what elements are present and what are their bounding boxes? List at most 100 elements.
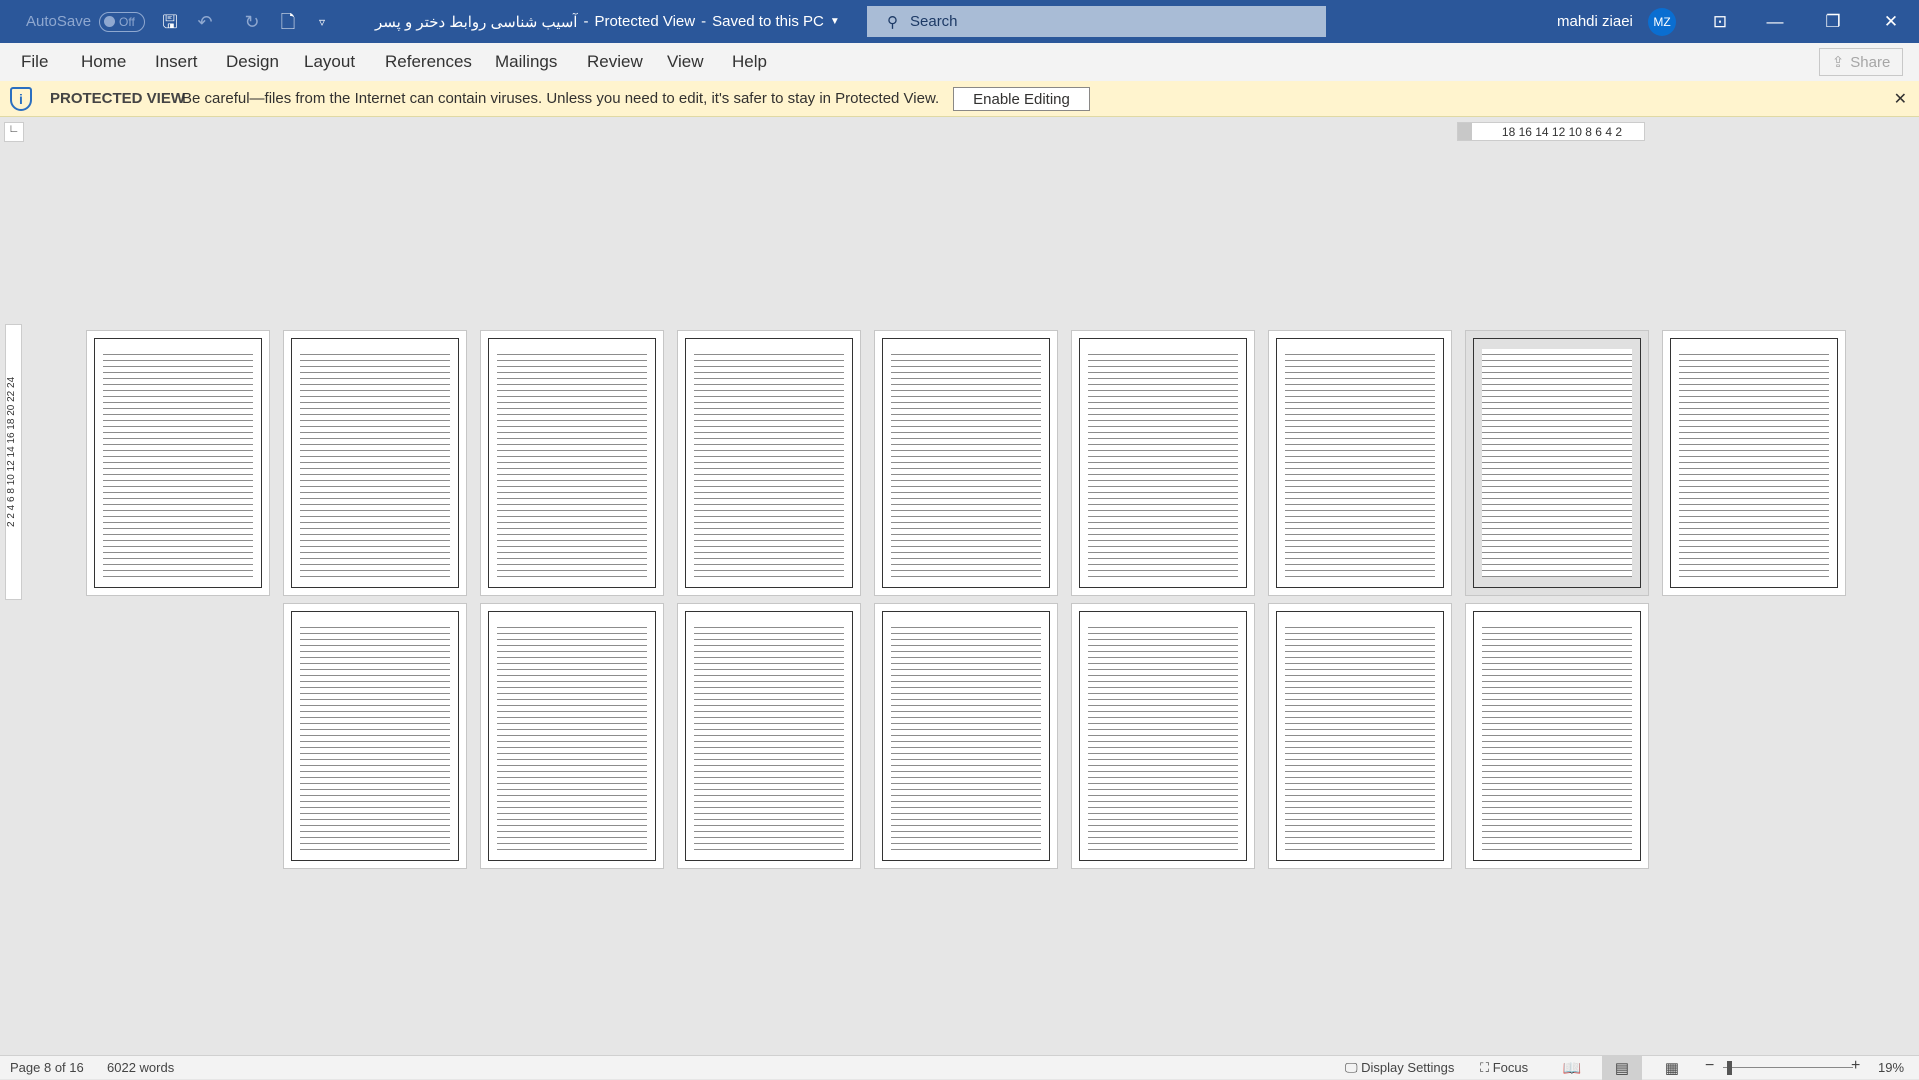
zoom-slider[interactable]: [1723, 1067, 1853, 1068]
protected-view-title: PROTECTED VIEW: [50, 90, 186, 107]
share-label: Share: [1850, 53, 1891, 71]
save-status: Saved to this PC: [712, 13, 824, 30]
page-thumbnail[interactable]: [1071, 603, 1255, 869]
page-text: [882, 338, 1050, 588]
view-mode: Protected View: [594, 13, 696, 30]
zoom-out-button[interactable]: −: [1705, 1057, 1714, 1075]
ruler-labels: 18 16 14 12 10 8 6 4 2: [1501, 124, 1622, 139]
zoom-in-button[interactable]: +: [1851, 1057, 1860, 1075]
ribbon-tabs: File Home Insert Design Layout Reference…: [0, 43, 1919, 81]
tab-file[interactable]: File: [21, 52, 48, 72]
focus-icon: ⛶: [1480, 1060, 1493, 1075]
page-text: [1670, 338, 1838, 588]
restore-button[interactable]: ❐: [1810, 0, 1856, 43]
tab-references[interactable]: References: [385, 52, 472, 72]
page-text: [488, 338, 656, 588]
search-icon: ⚲: [887, 13, 898, 31]
page-text: [1079, 338, 1247, 588]
display-settings-icon: 🖵: [1345, 1060, 1362, 1075]
page-text: [94, 338, 262, 588]
document-title-area[interactable]: آسیب شناسی روابط دختر و پسر - Protected …: [375, 0, 840, 43]
avatar[interactable]: MZ: [1648, 8, 1676, 36]
tab-selector[interactable]: ∟: [4, 122, 24, 142]
page-text: [488, 611, 656, 861]
page-text: [291, 338, 459, 588]
undo-icon[interactable]: ↶: [195, 11, 215, 33]
autosave-toggle[interactable]: AutoSave Off: [26, 0, 146, 43]
tab-home[interactable]: Home: [81, 52, 126, 72]
page-thumbnail[interactable]: [1465, 603, 1649, 869]
tab-mailings[interactable]: Mailings: [495, 52, 557, 72]
tab-layout[interactable]: Layout: [304, 52, 355, 72]
vertical-ruler[interactable]: 2 2 4 6 8 10 12 14 16 18 20 22 24: [5, 324, 22, 600]
page-thumbnail[interactable]: [480, 330, 664, 596]
tab-review[interactable]: Review: [587, 52, 643, 72]
page-thumbnail[interactable]: [1662, 330, 1846, 596]
redo-icon[interactable]: ↻: [242, 11, 262, 33]
page-text: [1473, 611, 1641, 861]
page-text: [1079, 611, 1247, 861]
page-count[interactable]: Page 8 of 16: [10, 1060, 84, 1075]
search-box[interactable]: ⚲ Search: [867, 6, 1326, 37]
separator: -: [701, 13, 707, 30]
page-thumbnail[interactable]: [1465, 330, 1649, 596]
page-thumbnail[interactable]: [874, 330, 1058, 596]
focus-label: Focus: [1492, 1060, 1529, 1075]
page-thumbnail[interactable]: [283, 330, 467, 596]
page-thumbnail[interactable]: [677, 330, 861, 596]
page-text: [291, 611, 459, 861]
zoom-level[interactable]: 19%: [1878, 1060, 1904, 1075]
new-document-icon[interactable]: 🗋: [278, 11, 298, 33]
display-settings-label: Display Settings: [1361, 1060, 1455, 1075]
horizontal-ruler[interactable]: 18 16 14 12 10 8 6 4 2: [1457, 122, 1645, 141]
protected-view-message: Be careful—files from the Internet can c…: [182, 90, 940, 107]
tab-view[interactable]: View: [667, 52, 704, 72]
page-thumbnail[interactable]: [1071, 330, 1255, 596]
close-icon[interactable]: ✕: [1894, 89, 1907, 109]
page-text: [1473, 338, 1641, 588]
title-bar: AutoSave Off 🖫 ↶ ↻ 🗋 ▿ آسیب شناسی روابط د…: [0, 0, 1919, 43]
enable-editing-button[interactable]: Enable Editing: [953, 87, 1090, 111]
page-thumbnail[interactable]: [874, 603, 1058, 869]
tab-insert[interactable]: Insert: [155, 52, 198, 72]
separator: -: [583, 13, 589, 30]
status-bar: Page 8 of 16 6022 words 🖵 Display Settin…: [0, 1055, 1919, 1080]
page-text: [1276, 338, 1444, 588]
ruler-labels: 2 2 4 6 8 10 12 14 16 18 20 22 24: [6, 376, 17, 528]
ribbon-display-options-icon[interactable]: ⊡: [1697, 0, 1743, 43]
minimize-button[interactable]: —: [1752, 0, 1798, 43]
tab-help[interactable]: Help: [732, 52, 767, 72]
autosave-state: Off: [119, 14, 135, 29]
page-text: [882, 611, 1050, 861]
autosave-label: AutoSave: [26, 13, 92, 30]
web-layout-icon[interactable]: ▦: [1652, 1056, 1692, 1080]
customize-toolbar-icon[interactable]: ▿: [312, 11, 332, 33]
page-text: [1276, 611, 1444, 861]
shield-info-icon: i: [10, 87, 32, 111]
display-settings-button[interactable]: 🖵 Display Settings: [1345, 1060, 1454, 1076]
page-thumbnail[interactable]: [283, 603, 467, 869]
user-name[interactable]: mahdi ziaei: [1557, 0, 1633, 43]
read-mode-icon[interactable]: 📖: [1552, 1056, 1592, 1080]
page-thumbnail[interactable]: [480, 603, 664, 869]
focus-button[interactable]: ⛶ Focus: [1480, 1060, 1528, 1076]
close-button[interactable]: ✕: [1868, 0, 1914, 43]
toggle-switch[interactable]: Off: [99, 11, 146, 32]
page-text: [685, 338, 853, 588]
zoom-slider-thumb[interactable]: [1727, 1061, 1732, 1075]
word-count[interactable]: 6022 words: [107, 1060, 174, 1075]
document-title: آسیب شناسی روابط دختر و پسر: [375, 13, 578, 31]
page-thumbnail[interactable]: [1268, 330, 1452, 596]
share-icon: ⇪: [1831, 54, 1845, 71]
search-placeholder: Search: [910, 13, 958, 30]
page-text: [685, 611, 853, 861]
page-thumbnail[interactable]: [86, 330, 270, 596]
print-layout-icon[interactable]: ▤: [1602, 1056, 1642, 1080]
chevron-down-icon: ▼: [829, 16, 840, 27]
share-button[interactable]: ⇪ Share: [1819, 48, 1903, 76]
page-thumbnail[interactable]: [677, 603, 861, 869]
protected-view-bar: i PROTECTED VIEW Be careful—files from t…: [0, 81, 1919, 117]
tab-design[interactable]: Design: [226, 52, 279, 72]
save-icon[interactable]: 🖫: [160, 11, 180, 33]
page-thumbnail[interactable]: [1268, 603, 1452, 869]
